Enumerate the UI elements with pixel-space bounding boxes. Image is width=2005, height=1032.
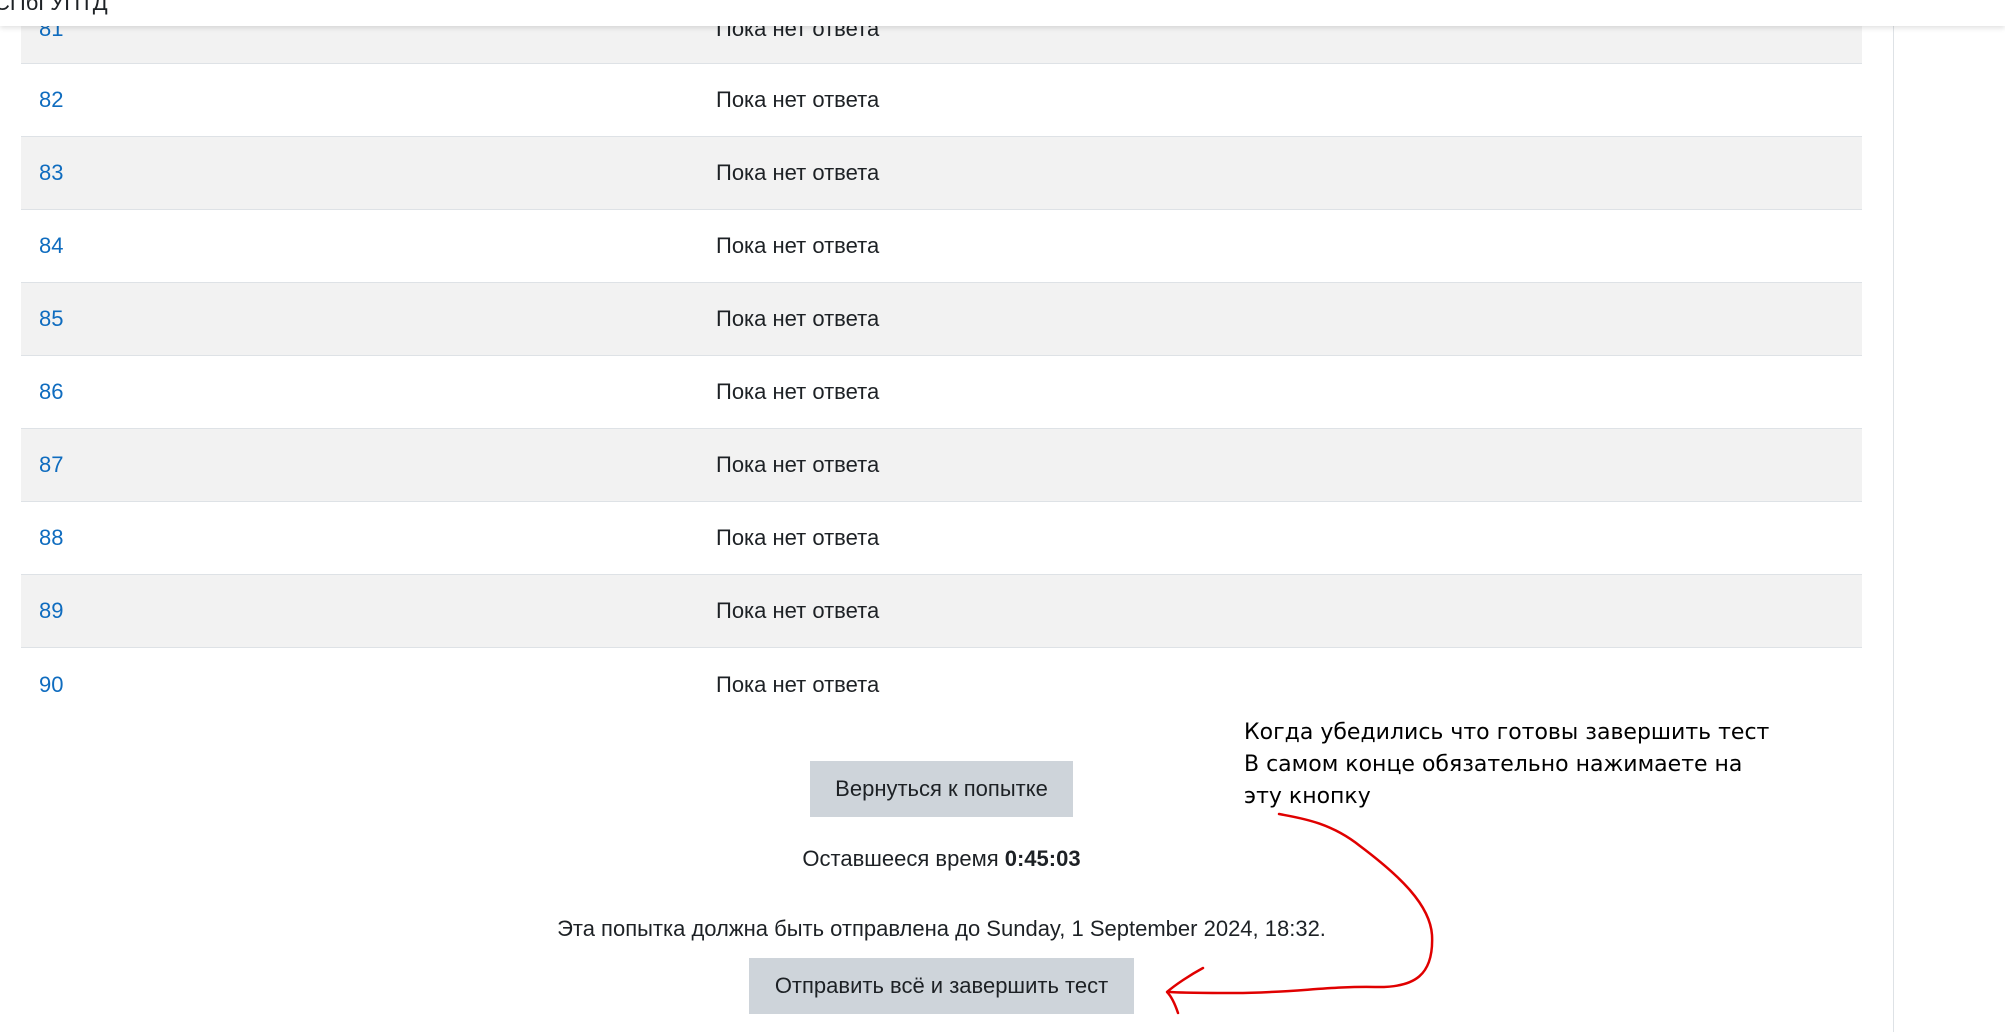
question-status: Пока нет ответа — [716, 379, 880, 404]
question-link[interactable]: 85 — [39, 306, 63, 332]
timer-value: 0:45:03 — [1004, 846, 1081, 871]
question-link[interactable]: 88 — [39, 525, 63, 551]
question-link[interactable]: 84 — [39, 233, 63, 259]
arrow-shaft — [1168, 812, 1434, 995]
question-status: Пока нет ответа — [716, 525, 880, 550]
attempt-summary-table: 81 Пока нет ответа 82 Пока нет ответа 83… — [21, 0, 1862, 721]
question-status: Пока нет ответа — [716, 160, 880, 185]
question-link[interactable]: 82 — [39, 87, 63, 113]
question-status: Пока нет ответа — [716, 233, 880, 258]
table-row: 87 Пока нет ответа — [21, 429, 1862, 502]
timer-label: Оставшееся время — [802, 846, 999, 871]
page-header: СПбГУПТД — [0, 0, 2005, 26]
site-name[interactable]: СПбГУПТД — [0, 0, 108, 16]
table-row: 90 Пока нет ответа — [21, 648, 1862, 721]
return-to-attempt-button[interactable]: Вернуться к попытке — [810, 761, 1073, 817]
submit-all-and-finish-button[interactable]: Отправить всё и завершить тест — [749, 958, 1134, 1014]
table-row: 84 Пока нет ответа — [21, 210, 1862, 283]
handwritten-annotation-note: Когда убедились что готовы завершить тес… — [1244, 720, 1770, 809]
question-link[interactable]: 83 — [39, 160, 63, 186]
question-link[interactable]: 90 — [39, 672, 63, 698]
arrow-head — [1165, 966, 1205, 1015]
question-status: Пока нет ответа — [716, 306, 880, 331]
table-row: 86 Пока нет ответа — [21, 356, 1862, 429]
table-row: 89 Пока нет ответа — [21, 575, 1862, 648]
table-row: 82 Пока нет ответа — [21, 64, 1862, 137]
submission-deadline: Эта попытка должна быть отправлена до Su… — [557, 916, 1326, 941]
quiz-summary-page: 81 Пока нет ответа 82 Пока нет ответа 83… — [0, 0, 2005, 1032]
table-row: 83 Пока нет ответа — [21, 137, 1862, 210]
question-status: Пока нет ответа — [716, 598, 880, 623]
question-status: Пока нет ответа — [716, 671, 880, 697]
question-status: Пока нет ответа — [716, 87, 880, 112]
table-row: 85 Пока нет ответа — [21, 283, 1862, 356]
question-link[interactable]: 86 — [39, 379, 63, 405]
question-link[interactable]: 89 — [39, 598, 63, 624]
question-status: Пока нет ответа — [716, 452, 880, 477]
remaining-time: Оставшееся время 0:45:03 — [0, 846, 1883, 872]
right-drawer-border — [1893, 0, 1894, 1032]
question-link[interactable]: 87 — [39, 452, 63, 478]
table-row: 88 Пока нет ответа — [21, 502, 1862, 575]
